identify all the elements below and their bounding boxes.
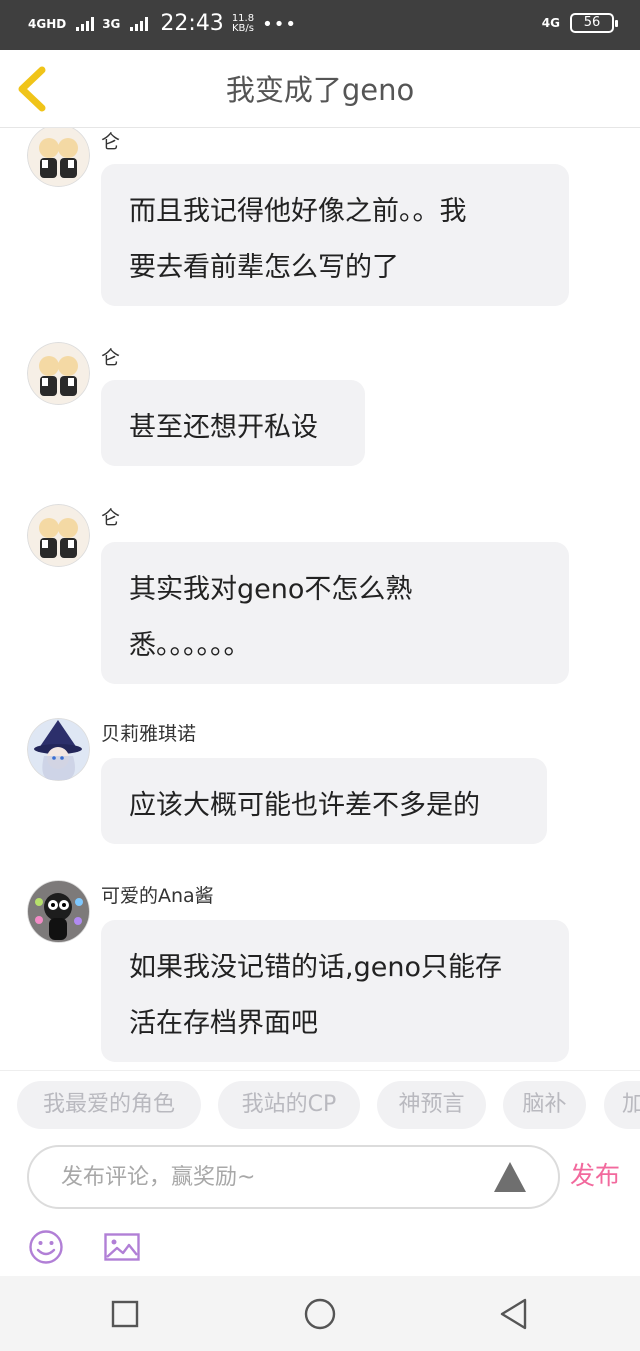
comment-line: 如果我没记错的话,geno只能存 <box>129 952 502 983</box>
emoji-button[interactable] <box>28 1229 64 1265</box>
avatar-image-icon <box>27 880 90 943</box>
username[interactable]: 贝莉雅琪诺 <box>101 722 196 746</box>
signal-icon-2 <box>130 17 149 31</box>
network-indicator-1: 4GHD <box>28 17 67 31</box>
comment-line: 应该大概可能也许差不多是的 <box>129 790 480 821</box>
topic-chip[interactable]: 神预言 <box>377 1081 486 1129</box>
username[interactable]: 仑 <box>101 130 120 154</box>
comment-bubble: 而且我记得他好像之前。。我 要去看前辈怎么写的了 <box>101 164 569 306</box>
avatar-image-icon <box>27 504 90 567</box>
comment-placeholder: 发布评论，赢奖励~ <box>61 1165 256 1190</box>
avatar[interactable] <box>27 880 90 943</box>
comment-line: 甚至还想开私设 <box>129 412 318 443</box>
header-bar: 我变成了geno <box>0 50 640 128</box>
topic-chip[interactable]: 我站的CP <box>218 1081 360 1129</box>
comment-bubble: 甚至还想开私设 <box>101 380 365 466</box>
avatar[interactable] <box>27 342 90 405</box>
topic-chip-row: 我最爱的角色 我站的CP 神预言 脑补 加 <box>0 1070 640 1142</box>
comment-bubble: 其实我对geno不怎么熟 悉。。。。。。 <box>101 542 569 684</box>
status-left: 4GHD 3G 22:43 11.8 KB/s ••• <box>28 10 297 38</box>
image-button[interactable] <box>104 1233 140 1261</box>
avatar[interactable] <box>27 504 90 567</box>
avatar[interactable] <box>27 128 90 187</box>
recent-apps-button[interactable] <box>107 1296 143 1332</box>
battery-level: 56 <box>583 15 601 30</box>
status-bar: 4GHD 3G 22:43 11.8 KB/s ••• 4G 56 <box>0 0 640 50</box>
username[interactable]: 仑 <box>101 346 120 370</box>
status-right: 4G 56 <box>541 13 618 33</box>
network-speed: 11.8 KB/s <box>232 14 254 34</box>
page-title: 我变成了geno <box>225 73 415 107</box>
system-back-button[interactable] <box>496 1296 532 1332</box>
system-nav-bar <box>0 1276 640 1351</box>
signal-icon <box>76 17 95 31</box>
topic-chip[interactable]: 脑补 <box>503 1081 586 1129</box>
triangle-up-icon <box>494 1162 526 1192</box>
speed-unit: KB/s <box>231 23 254 34</box>
avatar-image-icon <box>27 342 90 405</box>
square-icon <box>111 1300 139 1328</box>
comment-bubble: 如果我没记错的话,geno只能存 活在存档界面吧 <box>101 920 569 1062</box>
avatar[interactable] <box>27 718 90 781</box>
smiley-icon <box>29 1230 63 1264</box>
comment-input[interactable]: 发布评论，赢奖励~ <box>27 1145 560 1209</box>
comment-line: 其实我对geno不怎么熟 <box>129 574 413 605</box>
send-arrow-button[interactable] <box>492 1160 528 1194</box>
comment-line: 而且我记得他好像之前。。我 <box>129 196 467 227</box>
avatar-image-icon <box>27 128 90 187</box>
comment-line: 悉。。。。。。 <box>129 630 251 661</box>
triangle-left-icon <box>500 1298 527 1330</box>
comment-line: 要去看前辈怎么写的了 <box>129 252 399 283</box>
network-indicator-2: 3G <box>102 17 121 31</box>
comment-list[interactable]: 仑 而且我记得他好像之前。。我 要去看前辈怎么写的了 仑 甚至还想开私设 仑 其… <box>0 128 640 1070</box>
image-icon <box>104 1233 140 1261</box>
toolbar-row <box>0 1212 640 1276</box>
clock: 22:43 <box>160 11 224 36</box>
battery-icon: 56 <box>570 13 618 33</box>
network-indicator-right: 4G <box>541 16 560 30</box>
circle-icon <box>304 1298 336 1330</box>
comment-input-row: 发布评论，赢奖励~ 发布 <box>0 1142 640 1212</box>
avatar-image-icon <box>27 718 90 781</box>
comment-bubble: 应该大概可能也许差不多是的 <box>101 758 547 844</box>
topic-chip[interactable]: 我最爱的角色 <box>17 1081 201 1129</box>
username[interactable]: 仑 <box>101 506 120 530</box>
home-button[interactable] <box>302 1296 338 1332</box>
comment-line: 活在存档界面吧 <box>129 1008 318 1039</box>
topic-chip[interactable]: 加 <box>604 1081 640 1129</box>
more-notifications: ••• <box>262 13 297 35</box>
username[interactable]: 可爱的Ana酱 <box>101 884 214 908</box>
publish-button[interactable]: 发布 <box>570 1160 620 1192</box>
